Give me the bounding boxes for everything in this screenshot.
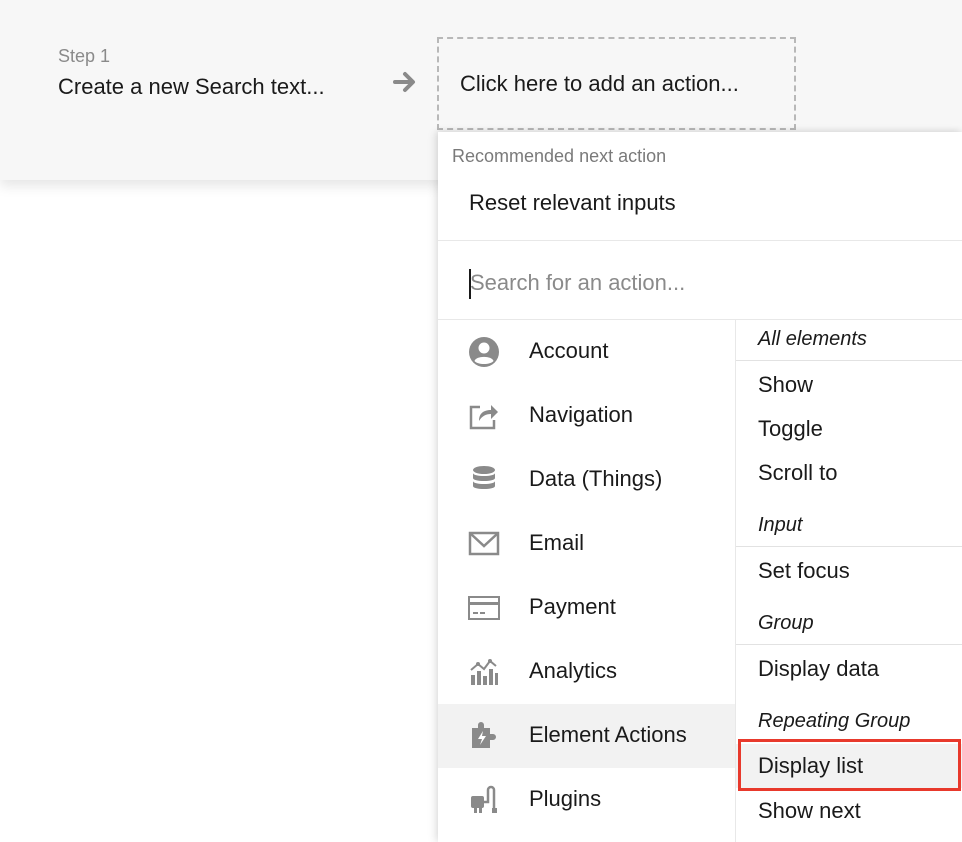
step-title[interactable]: Create a new Search text...: [58, 74, 325, 100]
category-label: Account: [529, 338, 609, 363]
database-icon: [473, 466, 495, 489]
recommended-label: Recommended next action: [452, 146, 667, 166]
category-navigation[interactable]: Navigation: [438, 384, 735, 448]
element-actions-icon: [472, 722, 496, 748]
search-input[interactable]: [470, 265, 940, 301]
navigation-icon: [469, 405, 498, 430]
plugin-icon: [471, 785, 497, 813]
step-number: Step 1: [58, 46, 111, 66]
email-icon: [468, 531, 500, 556]
divider: [736, 546, 962, 547]
divider: [736, 644, 962, 645]
group-heading-all-elements: All elements: [758, 328, 867, 350]
add-action-button[interactable]: Click here to add an action...: [437, 37, 796, 130]
action-display-data[interactable]: Display data: [758, 656, 879, 682]
category-label: Data (Things): [529, 466, 663, 491]
category-account[interactable]: Account: [438, 320, 735, 384]
group-heading-group: Group: [758, 612, 814, 634]
category-label: Plugins: [529, 786, 602, 811]
account-icon: [469, 337, 499, 367]
group-heading-input: Input: [758, 514, 803, 536]
category-list: Account Navigation Data (Things) Email P…: [438, 320, 735, 842]
credit-card-icon: [468, 596, 500, 620]
category-label: Analytics: [529, 658, 618, 683]
action-show-next[interactable]: Show next: [758, 798, 861, 824]
action-set-focus[interactable]: Set focus: [758, 558, 850, 584]
category-label: Payment: [529, 594, 616, 619]
category-email[interactable]: Email: [438, 512, 735, 576]
highlight-annotation: [738, 739, 961, 791]
category-label: Email: [529, 530, 585, 555]
action-show[interactable]: Show: [758, 372, 813, 398]
category-payment[interactable]: Payment: [438, 576, 735, 640]
search-box: [438, 241, 962, 319]
category-label: Navigation: [529, 402, 633, 427]
recommended-action-item[interactable]: Reset relevant inputs: [438, 184, 962, 238]
action-toggle[interactable]: Toggle: [758, 416, 823, 442]
category-label: Element Actions: [529, 722, 687, 747]
arrow-right-icon: [393, 72, 415, 92]
divider: [736, 360, 962, 361]
category-analytics[interactable]: Analytics: [438, 640, 735, 704]
analytics-icon: [470, 659, 498, 685]
category-plugins[interactable]: Plugins: [438, 768, 735, 832]
action-scroll-to[interactable]: Scroll to: [758, 460, 837, 486]
category-data-things[interactable]: Data (Things): [438, 448, 735, 512]
group-heading-repeating-group: Repeating Group: [758, 710, 911, 732]
category-element-actions[interactable]: Element Actions: [438, 704, 735, 768]
